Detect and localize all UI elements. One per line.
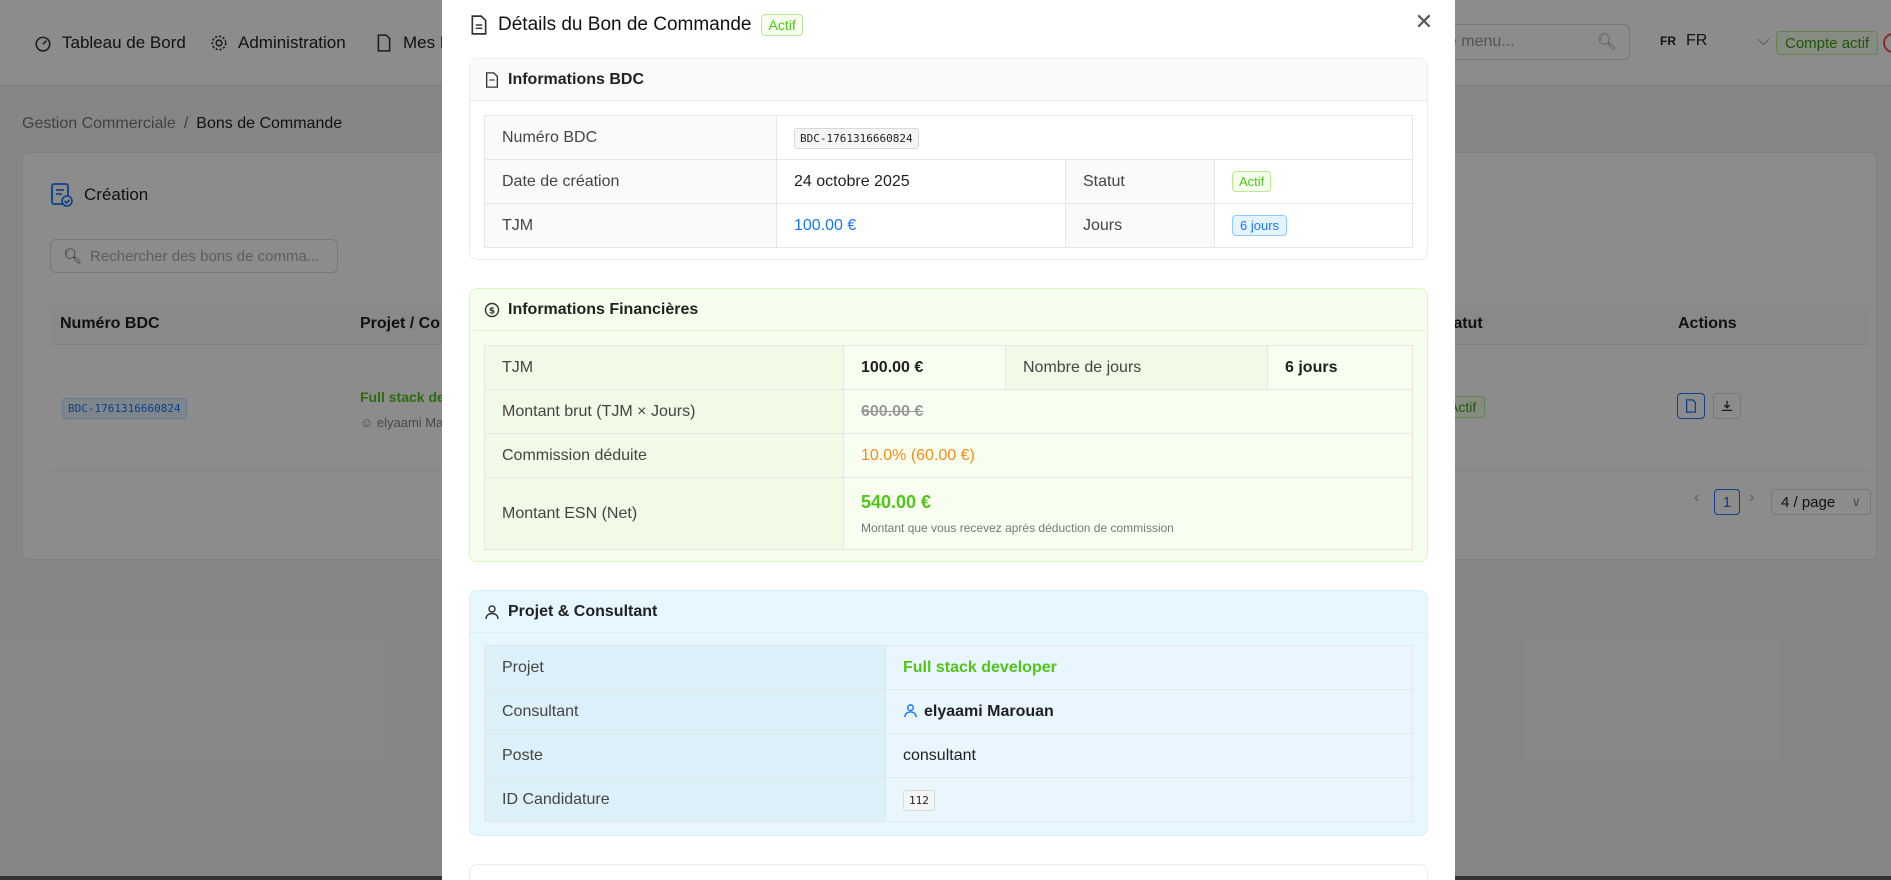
jours-tag: 6 jours [1232,214,1288,236]
poste-label: Poste [484,733,886,778]
projet-label: Projet [484,645,886,690]
commission-label: Commission déduite [484,433,844,478]
bdc-info-table: Numéro BDC BDC-1761316660824 Date de cré… [484,115,1413,248]
tjm-label: TJM [484,203,777,248]
modal-header: Détails du Bon de Commande Actif [470,14,803,36]
status-tag: Actif [761,14,803,36]
brut-label: Montant brut (TJM × Jours) [484,389,844,434]
modal-title: Détails du Bon de Commande [498,14,752,35]
consultant-label: Consultant [484,689,886,734]
date-label: Date de création [484,159,777,204]
section-title: Informations BDC [508,70,644,88]
date-value: 24 octobre 2025 [776,159,1066,204]
net-cell: 540.00 € Montant que vous recevez après … [843,477,1413,550]
section-title: Informations Financières [508,300,699,318]
svg-text:$: $ [489,306,495,316]
net-note: Montant que vous recevez après déduction… [861,521,1174,535]
finance-info-table: TJM 100.00 € Nombre de jours 6 jours Mon… [484,345,1413,550]
brut-cell: 600.00 € [843,389,1413,434]
file-text-icon [471,15,487,35]
projet-value[interactable]: Full stack developer [885,645,1413,690]
candidature-code: 112 [903,789,935,811]
section-header: Projet & Consultant [470,591,1427,633]
fin-tjm-label: TJM [484,345,844,390]
commission-value: 10.0% (60.00 €) [843,433,1413,478]
project-info-table: Projet Full stack developer Consultant e… [484,645,1413,822]
net-value: 540.00 € [861,492,932,512]
brut-value: 600.00 € [861,402,924,420]
numero-label: Numéro BDC [484,115,777,160]
net-label: Montant ESN (Net) [484,477,844,550]
statut-cell: Actif [1214,159,1413,204]
section-header: Informations BDC [470,59,1427,101]
user-icon [485,604,499,619]
consultant-value: elyaami Marouan [924,702,1054,720]
jours-cell: 6 jours [1214,203,1413,248]
consultant-cell: elyaami Marouan [885,689,1413,734]
bdc-number-code: BDC-1761316660824 [794,127,919,149]
user-icon [904,703,917,717]
candidature-cell: 112 [885,777,1413,822]
section-title: Projet & Consultant [508,602,658,620]
close-icon[interactable]: ✕ [1412,9,1436,34]
status-tag: Actif [1232,170,1272,192]
tjm-value: 100.00 € [776,203,1066,248]
nb-jours-value: 6 jours [1267,345,1413,390]
section-header: $ Informations Financières [470,289,1427,331]
dollar-circle-icon: $ [484,302,500,317]
candidature-label: ID Candidature [484,777,886,822]
file-text-icon [486,71,498,88]
jours-label: Jours [1065,203,1215,248]
fin-tjm-value: 100.00 € [843,345,1006,390]
nb-jours-label: Nombre de jours [1005,345,1268,390]
statut-label: Statut [1065,159,1215,204]
bdc-details-modal: Détails du Bon de Commande Actif ✕ Infor… [442,0,1455,880]
numero-cell: BDC-1761316660824 [776,115,1413,160]
next-section [469,864,1428,880]
poste-value: consultant [885,733,1413,778]
